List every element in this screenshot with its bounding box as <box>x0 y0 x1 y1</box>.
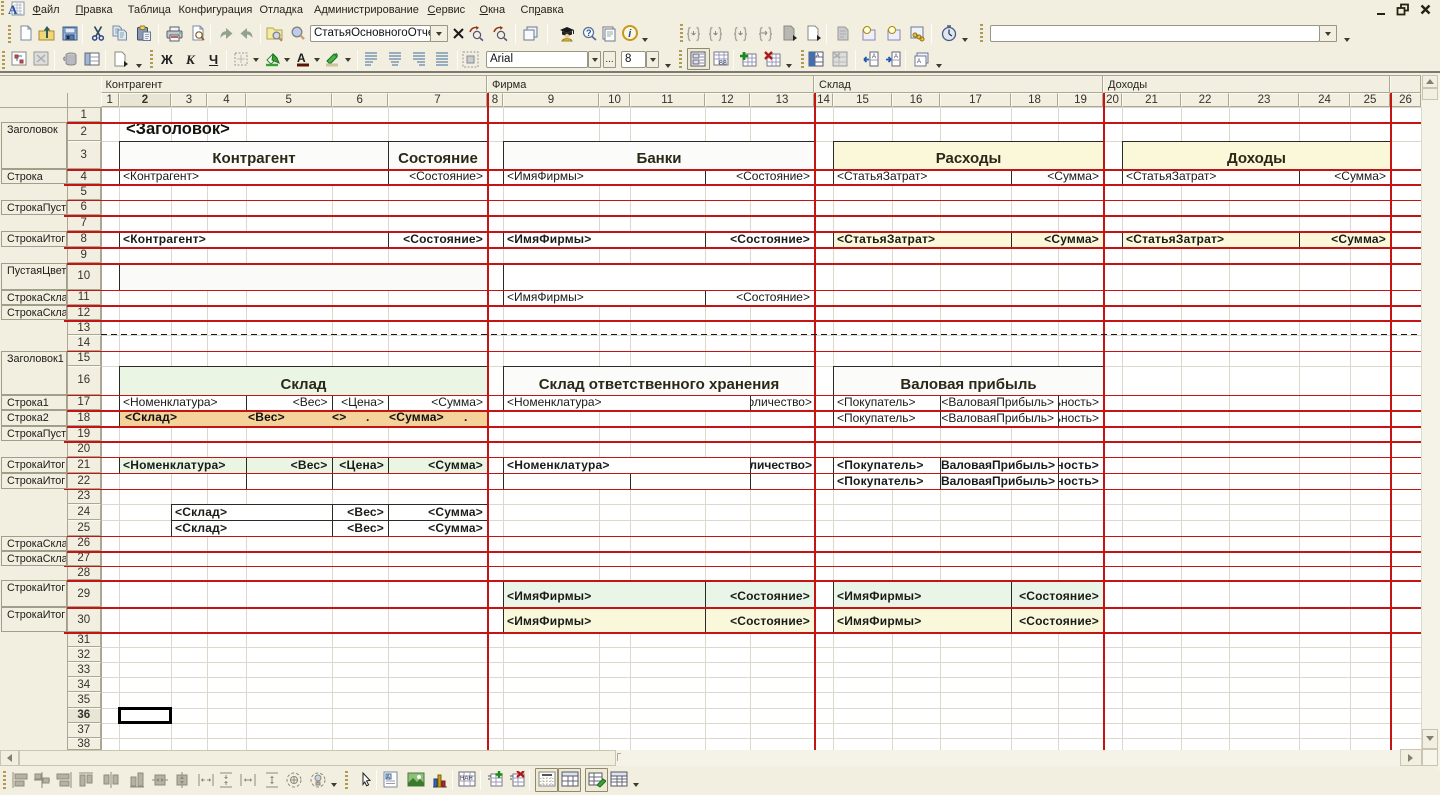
svg-text:A: A <box>8 2 18 17</box>
svg-text:A: A <box>872 54 876 60</box>
svg-text:НАН: НАН <box>460 776 473 782</box>
svg-text:88: 88 <box>719 60 727 67</box>
svg-text:A: A <box>297 51 306 65</box>
svg-text:A: A <box>917 59 921 65</box>
svg-text:A: A <box>894 54 898 60</box>
svg-text:?: ? <box>586 28 592 38</box>
